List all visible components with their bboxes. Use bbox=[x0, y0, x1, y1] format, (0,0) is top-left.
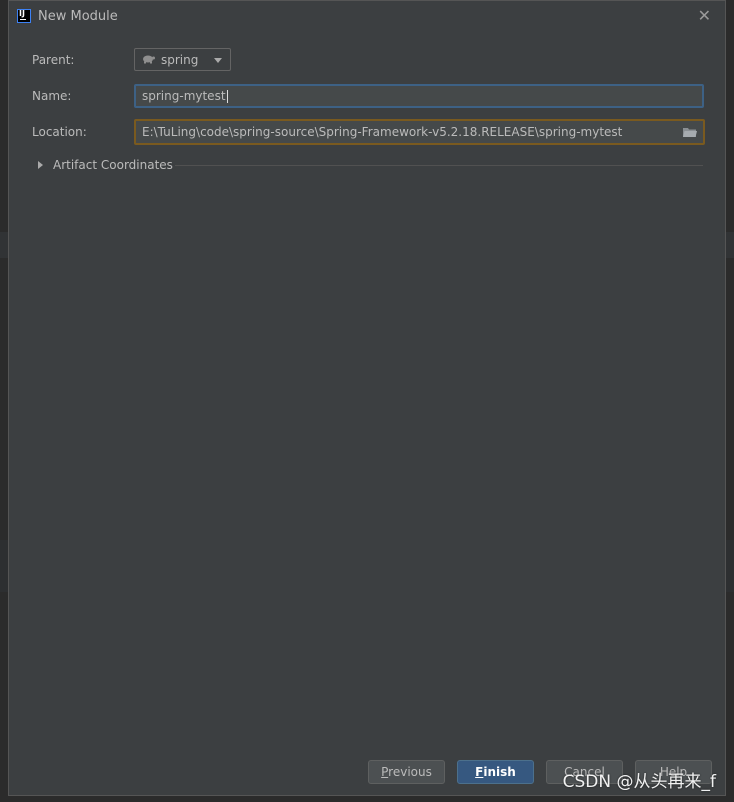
location-label: Location: bbox=[32, 125, 87, 139]
parent-module-value: spring bbox=[161, 53, 199, 67]
module-name-value: spring-mytest bbox=[142, 89, 226, 103]
name-label: Name: bbox=[32, 89, 72, 103]
chevron-down-icon bbox=[214, 58, 222, 63]
previous-button[interactable]: Previous bbox=[368, 760, 445, 784]
section-divider bbox=[175, 165, 703, 166]
csdn-watermark: CSDN @从头再来_f bbox=[562, 772, 716, 792]
parent-module-select[interactable]: spring bbox=[134, 48, 231, 71]
turtle-module-icon bbox=[143, 55, 155, 64]
triangle-right-icon bbox=[38, 161, 43, 169]
close-icon[interactable]: ✕ bbox=[698, 6, 711, 25]
new-module-dialog: IJ New Module ✕ Parent: spring Name: spr… bbox=[8, 0, 726, 796]
folder-icon[interactable] bbox=[683, 127, 697, 138]
finish-button[interactable]: Finish bbox=[457, 760, 534, 784]
artifact-coordinates-label: Artifact Coordinates bbox=[53, 158, 173, 172]
parent-label: Parent: bbox=[32, 53, 75, 67]
module-location-value: E:\TuLing\code\spring-source\Spring-Fram… bbox=[142, 125, 623, 139]
title-bar: IJ New Module ✕ bbox=[9, 1, 725, 31]
module-location-input[interactable]: E:\TuLing\code\spring-source\Spring-Fram… bbox=[134, 119, 705, 145]
artifact-coordinates-section[interactable]: Artifact Coordinates bbox=[38, 158, 703, 174]
module-name-input[interactable]: spring-mytest bbox=[134, 84, 704, 108]
previous-label-rest: revious bbox=[388, 765, 432, 779]
finish-label-rest: inish bbox=[483, 765, 516, 779]
intellij-idea-icon: IJ bbox=[17, 9, 31, 23]
dialog-title: New Module bbox=[38, 9, 118, 24]
text-caret bbox=[226, 90, 228, 103]
